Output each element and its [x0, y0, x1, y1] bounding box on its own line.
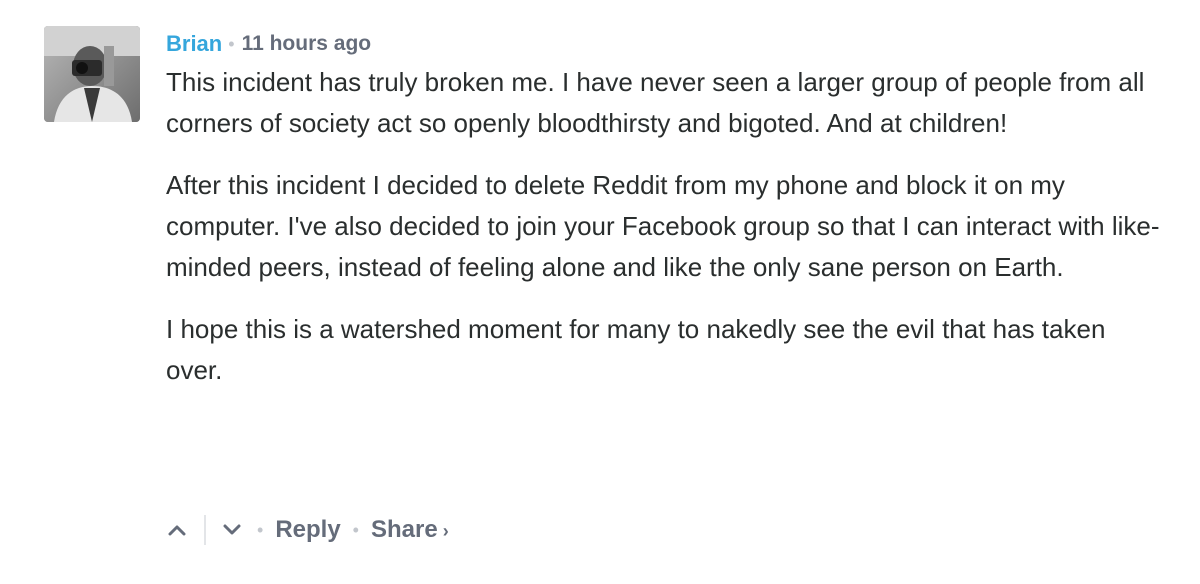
action-separator: •	[257, 519, 264, 540]
chevron-up-icon	[168, 525, 186, 536]
comment-text: This incident has truly broken me. I hav…	[166, 62, 1166, 391]
downvote-button[interactable]	[221, 515, 243, 545]
chevron-right-icon: ›	[442, 521, 449, 541]
author-name[interactable]: Brian	[166, 26, 222, 62]
header-separator: •	[228, 34, 235, 54]
timestamp[interactable]: 11 hours ago	[242, 26, 372, 62]
share-button[interactable]: Share ›	[371, 516, 449, 544]
reply-button[interactable]: Reply	[275, 516, 340, 544]
upvote-button[interactable]	[166, 515, 188, 545]
chevron-down-icon	[223, 524, 241, 535]
avatar[interactable]	[44, 26, 140, 122]
share-label: Share	[370, 516, 438, 543]
vote-divider	[204, 515, 206, 545]
comment-paragraph: After this incident I decided to delete …	[166, 170, 1160, 282]
comment-header: Brian • 11 hours ago	[166, 26, 1166, 62]
avatar-photo	[44, 26, 140, 122]
comment-paragraph: I hope this is a watershed moment for ma…	[166, 314, 1106, 385]
comment-paragraph: This incident has truly broken me. I hav…	[166, 67, 1145, 138]
comment-actions: • Reply • Share ›	[166, 512, 449, 548]
comment-body: Brian • 11 hours ago This incident has t…	[166, 26, 1166, 391]
action-separator: •	[352, 519, 359, 540]
